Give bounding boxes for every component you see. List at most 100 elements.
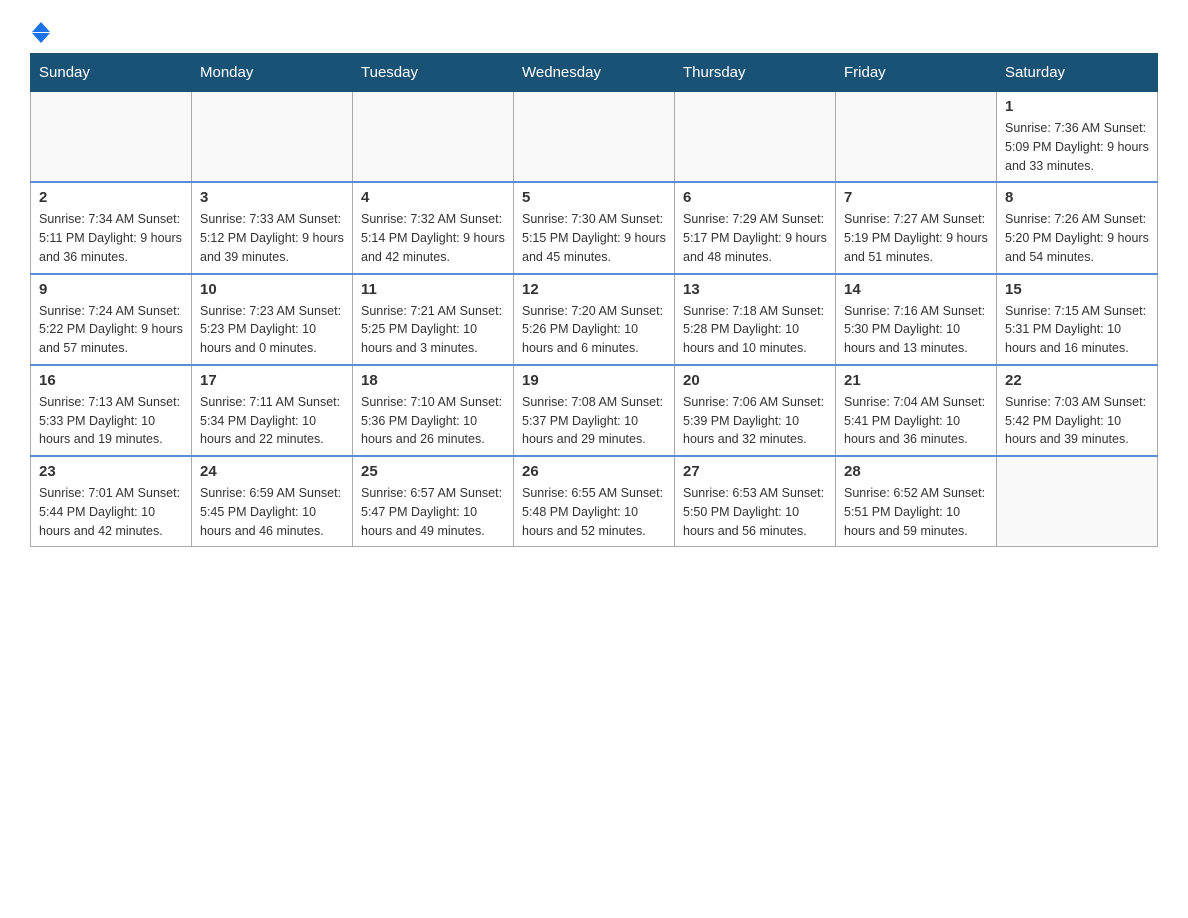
day-info: Sunrise: 7:03 AM Sunset: 5:42 PM Dayligh… xyxy=(1005,393,1149,449)
day-number: 22 xyxy=(1005,372,1149,389)
weekday-row: SundayMondayTuesdayWednesdayThursdayFrid… xyxy=(31,54,1158,92)
day-info: Sunrise: 7:18 AM Sunset: 5:28 PM Dayligh… xyxy=(683,302,827,358)
calendar-cell: 2Sunrise: 7:34 AM Sunset: 5:11 PM Daylig… xyxy=(31,182,192,273)
day-number: 24 xyxy=(200,463,344,480)
calendar-cell: 16Sunrise: 7:13 AM Sunset: 5:33 PM Dayli… xyxy=(31,365,192,456)
calendar-cell: 3 Sunrise: 7:33 AM Sunset: 5:12 PM Daylig… xyxy=(192,182,353,273)
calendar-cell: 23 Sunrise: 7:01 AM Sunset: 5:44 PM Dayli… xyxy=(31,456,192,547)
weekday-header-sunday: Sunday xyxy=(31,54,192,92)
day-info: Sunrise: 6:59 AM Sunset: 5:45 PM Dayligh… xyxy=(200,484,344,540)
calendar-cell xyxy=(31,92,192,183)
day-number: 1 xyxy=(1005,98,1149,115)
day-info: Sunrise: 7:01 AM Sunset: 5:44 PM Dayligh… xyxy=(39,484,183,540)
weekday-header-monday: Monday xyxy=(192,54,353,92)
calendar-cell xyxy=(353,92,514,183)
day-info: Sunrise: 7:32 AM Sunset: 5:14 PM Dayligh… xyxy=(361,210,505,266)
weekday-header-saturday: Saturday xyxy=(997,54,1158,92)
calendar-cell xyxy=(675,92,836,183)
day-info: Sunrise: 7:33 AM Sunset: 5:12 PM Dayligh… xyxy=(200,210,344,266)
day-number: 11 xyxy=(361,281,505,298)
calendar-cell: 17 Sunrise: 7:11 AM Sunset: 5:34 PM Dayli… xyxy=(192,365,353,456)
day-info: Sunrise: 6:52 AM Sunset: 5:51 PM Dayligh… xyxy=(844,484,988,540)
day-number: 17 xyxy=(200,372,344,389)
weekday-header-friday: Friday xyxy=(836,54,997,92)
calendar-body: 1 Sunrise: 7:36 AM Sunset: 5:09 PM Daylig… xyxy=(31,92,1158,547)
day-info: Sunrise: 7:24 AM Sunset: 5:22 PM Dayligh… xyxy=(39,302,183,358)
calendar-cell: 11 Sunrise: 7:21 AM Sunset: 5:25 PM Dayli… xyxy=(353,274,514,365)
day-info: Sunrise: 7:11 AM Sunset: 5:34 PM Dayligh… xyxy=(200,393,344,449)
day-number: 5 xyxy=(522,189,666,206)
day-number: 7 xyxy=(844,189,988,206)
calendar-table: SundayMondayTuesdayWednesdayThursdayFrid… xyxy=(30,53,1158,547)
day-number: 26 xyxy=(522,463,666,480)
day-info: Sunrise: 7:10 AM Sunset: 5:36 PM Dayligh… xyxy=(361,393,505,449)
day-info: Sunrise: 7:16 AM Sunset: 5:30 PM Dayligh… xyxy=(844,302,988,358)
calendar-cell xyxy=(192,92,353,183)
calendar-cell: 4Sunrise: 7:32 AM Sunset: 5:14 PM Daylig… xyxy=(353,182,514,273)
calendar-week-2: 2Sunrise: 7:34 AM Sunset: 5:11 PM Daylig… xyxy=(31,182,1158,273)
day-info: Sunrise: 6:57 AM Sunset: 5:47 PM Dayligh… xyxy=(361,484,505,540)
calendar-cell: 10 Sunrise: 7:23 AM Sunset: 5:23 PM Dayli… xyxy=(192,274,353,365)
calendar-cell: 18 Sunrise: 7:10 AM Sunset: 5:36 PM Dayli… xyxy=(353,365,514,456)
calendar-cell: 7 Sunrise: 7:27 AM Sunset: 5:19 PM Daylig… xyxy=(836,182,997,273)
day-info: Sunrise: 7:08 AM Sunset: 5:37 PM Dayligh… xyxy=(522,393,666,449)
day-info: Sunrise: 7:21 AM Sunset: 5:25 PM Dayligh… xyxy=(361,302,505,358)
day-number: 2 xyxy=(39,189,183,206)
day-number: 20 xyxy=(683,372,827,389)
day-info: Sunrise: 7:29 AM Sunset: 5:17 PM Dayligh… xyxy=(683,210,827,266)
calendar-cell: 28 Sunrise: 6:52 AM Sunset: 5:51 PM Dayli… xyxy=(836,456,997,547)
calendar-cell: 19 Sunrise: 7:08 AM Sunset: 5:37 PM Dayli… xyxy=(514,365,675,456)
calendar-cell: 13 Sunrise: 7:18 AM Sunset: 5:28 PM Dayli… xyxy=(675,274,836,365)
calendar-cell: 1 Sunrise: 7:36 AM Sunset: 5:09 PM Daylig… xyxy=(997,92,1158,183)
calendar-week-5: 23 Sunrise: 7:01 AM Sunset: 5:44 PM Dayli… xyxy=(31,456,1158,547)
calendar-week-1: 1 Sunrise: 7:36 AM Sunset: 5:09 PM Daylig… xyxy=(31,92,1158,183)
calendar-cell: 24 Sunrise: 6:59 AM Sunset: 5:45 PM Dayli… xyxy=(192,456,353,547)
calendar-cell: 5 Sunrise: 7:30 AM Sunset: 5:15 PM Daylig… xyxy=(514,182,675,273)
weekday-header-wednesday: Wednesday xyxy=(514,54,675,92)
day-number: 28 xyxy=(844,463,988,480)
day-info: Sunrise: 6:53 AM Sunset: 5:50 PM Dayligh… xyxy=(683,484,827,540)
calendar-cell xyxy=(836,92,997,183)
day-info: Sunrise: 7:30 AM Sunset: 5:15 PM Dayligh… xyxy=(522,210,666,266)
day-info: Sunrise: 7:23 AM Sunset: 5:23 PM Dayligh… xyxy=(200,302,344,358)
calendar-cell: 26Sunrise: 6:55 AM Sunset: 5:48 PM Dayli… xyxy=(514,456,675,547)
day-info: Sunrise: 7:36 AM Sunset: 5:09 PM Dayligh… xyxy=(1005,119,1149,175)
calendar-cell: 25Sunrise: 6:57 AM Sunset: 5:47 PM Dayli… xyxy=(353,456,514,547)
day-number: 23 xyxy=(39,463,183,480)
calendar-cell: 27 Sunrise: 6:53 AM Sunset: 5:50 PM Dayli… xyxy=(675,456,836,547)
weekday-header-tuesday: Tuesday xyxy=(353,54,514,92)
calendar-cell: 20 Sunrise: 7:06 AM Sunset: 5:39 PM Dayli… xyxy=(675,365,836,456)
day-number: 18 xyxy=(361,372,505,389)
calendar-cell: 8Sunrise: 7:26 AM Sunset: 5:20 PM Daylig… xyxy=(997,182,1158,273)
calendar-cell: 9 Sunrise: 7:24 AM Sunset: 5:22 PM Daylig… xyxy=(31,274,192,365)
day-info: Sunrise: 7:15 AM Sunset: 5:31 PM Dayligh… xyxy=(1005,302,1149,358)
day-number: 27 xyxy=(683,463,827,480)
calendar-cell xyxy=(997,456,1158,547)
day-info: Sunrise: 7:04 AM Sunset: 5:41 PM Dayligh… xyxy=(844,393,988,449)
day-info: Sunrise: 7:13 AM Sunset: 5:33 PM Dayligh… xyxy=(39,393,183,449)
calendar-header: SundayMondayTuesdayWednesdayThursdayFrid… xyxy=(31,54,1158,92)
day-number: 15 xyxy=(1005,281,1149,298)
logo xyxy=(30,20,50,43)
calendar-cell: 14 Sunrise: 7:16 AM Sunset: 5:30 PM Dayli… xyxy=(836,274,997,365)
day-number: 10 xyxy=(200,281,344,298)
day-info: Sunrise: 7:26 AM Sunset: 5:20 PM Dayligh… xyxy=(1005,210,1149,266)
calendar-week-4: 16Sunrise: 7:13 AM Sunset: 5:33 PM Dayli… xyxy=(31,365,1158,456)
calendar-cell: 6 Sunrise: 7:29 AM Sunset: 5:17 PM Daylig… xyxy=(675,182,836,273)
day-number: 9 xyxy=(39,281,183,298)
day-info: Sunrise: 7:27 AM Sunset: 5:19 PM Dayligh… xyxy=(844,210,988,266)
day-number: 14 xyxy=(844,281,988,298)
calendar-cell: 12 Sunrise: 7:20 AM Sunset: 5:26 PM Dayli… xyxy=(514,274,675,365)
day-number: 12 xyxy=(522,281,666,298)
day-info: Sunrise: 7:06 AM Sunset: 5:39 PM Dayligh… xyxy=(683,393,827,449)
calendar-week-3: 9 Sunrise: 7:24 AM Sunset: 5:22 PM Daylig… xyxy=(31,274,1158,365)
day-number: 3 xyxy=(200,189,344,206)
day-number: 13 xyxy=(683,281,827,298)
calendar-cell: 21 Sunrise: 7:04 AM Sunset: 5:41 PM Dayli… xyxy=(836,365,997,456)
calendar-cell: 15 Sunrise: 7:15 AM Sunset: 5:31 PM Dayli… xyxy=(997,274,1158,365)
calendar-cell xyxy=(514,92,675,183)
day-number: 19 xyxy=(522,372,666,389)
day-number: 21 xyxy=(844,372,988,389)
day-info: Sunrise: 7:20 AM Sunset: 5:26 PM Dayligh… xyxy=(522,302,666,358)
day-number: 6 xyxy=(683,189,827,206)
